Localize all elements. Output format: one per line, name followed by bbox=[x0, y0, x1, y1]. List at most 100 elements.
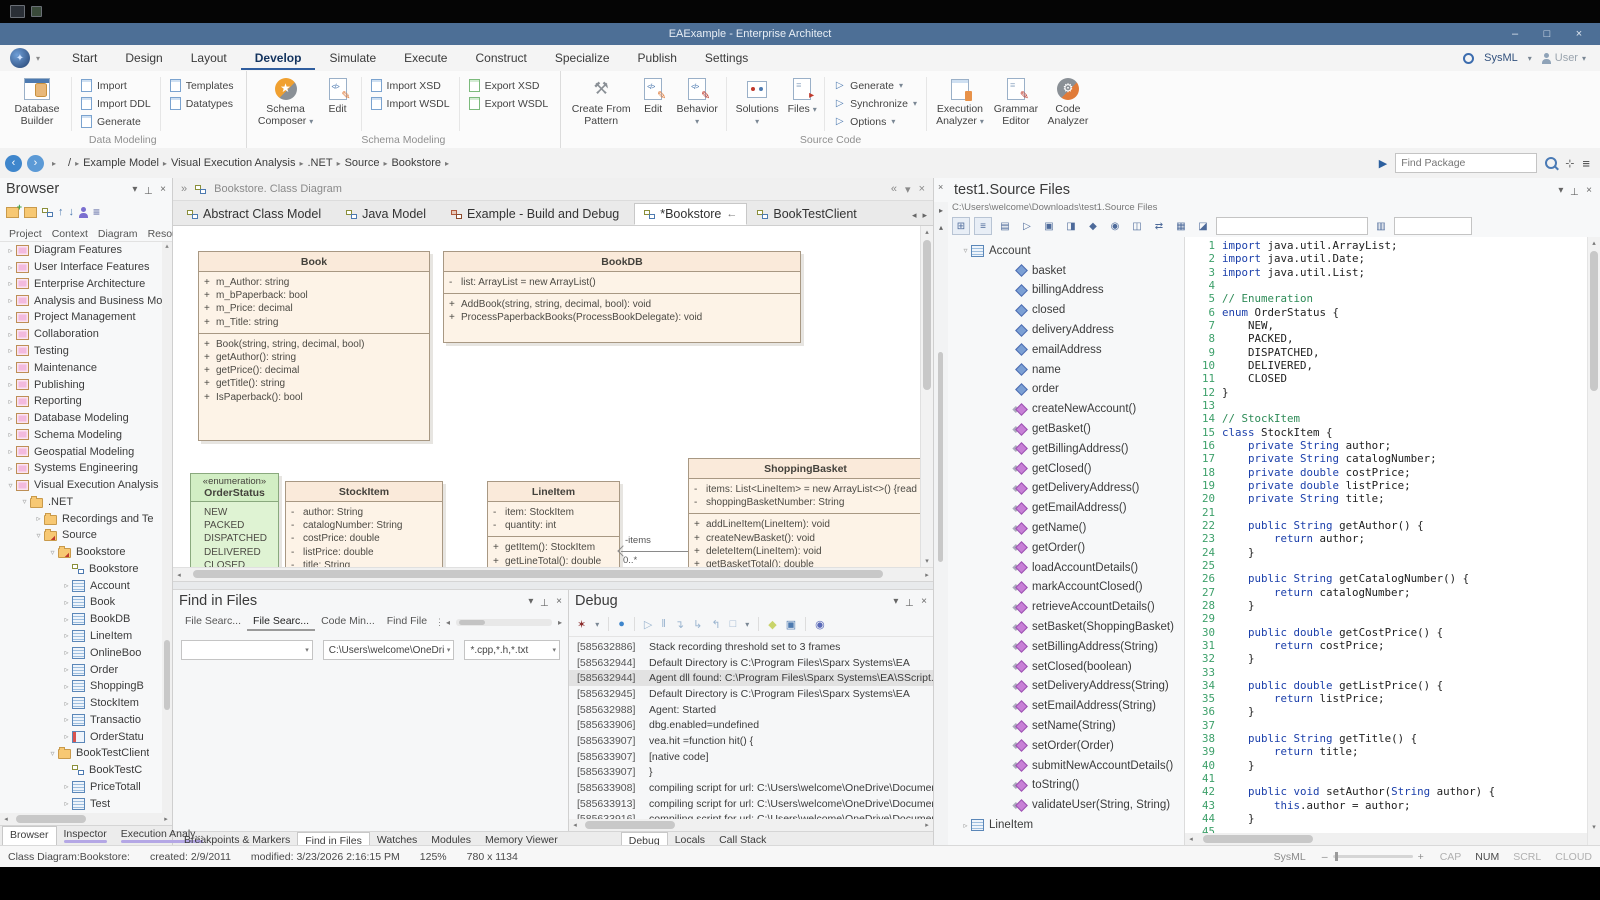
debug-dropdown-icon[interactable]: ▾ bbox=[893, 596, 898, 607]
strip-up-icon[interactable]: ▴ bbox=[939, 223, 943, 232]
tree-item[interactable]: basket bbox=[948, 261, 1184, 281]
expander-icon[interactable] bbox=[61, 782, 72, 791]
behavior-button[interactable]: Behavior ▾ bbox=[673, 74, 721, 134]
user-menu[interactable]: User ▾ bbox=[1542, 52, 1586, 64]
uml-attribute[interactable]: -author: String bbox=[291, 506, 437, 519]
browser-tab[interactable]: Project bbox=[4, 227, 47, 241]
tree-item[interactable]: setBillingAddress(String) bbox=[948, 637, 1184, 657]
tree-item[interactable]: Enterprise Architecture bbox=[0, 276, 172, 293]
code-line[interactable]: 4 bbox=[1185, 279, 1600, 292]
schema-composer-button[interactable]: ★ Schema Composer ▾ bbox=[255, 74, 317, 134]
tree-item[interactable]: BookTestClient bbox=[0, 745, 172, 762]
ribbon-tab[interactable]: Simulate bbox=[315, 47, 390, 70]
expander-icon[interactable] bbox=[5, 363, 16, 372]
ribbon-tab[interactable]: Publish bbox=[624, 47, 691, 70]
tree-item[interactable]: billingAddress bbox=[948, 281, 1184, 301]
fif-tab-overflow-icon[interactable]: ⋮ bbox=[435, 617, 444, 628]
code-line[interactable]: 14 // StockItem bbox=[1185, 412, 1600, 425]
enum-literal[interactable]: DELIVERED bbox=[196, 546, 273, 559]
debug-close-icon[interactable]: × bbox=[921, 596, 927, 607]
tree-item[interactable]: Schema Modeling bbox=[0, 426, 172, 443]
tree-item[interactable]: setName(String) bbox=[948, 716, 1184, 736]
expander-icon[interactable] bbox=[33, 514, 44, 523]
uml-attribute[interactable]: -list: ArrayList = new ArrayList() bbox=[449, 276, 795, 289]
ribbon-small-button[interactable]: Import bbox=[77, 77, 155, 94]
tree-item[interactable]: Bookstore bbox=[0, 544, 172, 561]
tree-item[interactable]: ShoppingB bbox=[0, 678, 172, 695]
app-menu-caret-icon[interactable]: ▾ bbox=[36, 54, 40, 63]
tree-item[interactable]: BookDB bbox=[0, 611, 172, 628]
files-button[interactable]: Files ▾ bbox=[785, 74, 819, 134]
diagram-tab[interactable]: *Bookstore ← bbox=[634, 203, 747, 225]
new-package-icon[interactable] bbox=[6, 207, 19, 218]
expander-icon[interactable] bbox=[5, 330, 16, 339]
run-to-package-icon[interactable]: ▶ bbox=[1379, 157, 1387, 170]
expander-icon[interactable] bbox=[47, 548, 58, 557]
ribbon-small-button[interactable]: Import WSDL bbox=[367, 95, 454, 112]
code-line[interactable]: 17 private String catalogNumber; bbox=[1185, 452, 1600, 465]
uml-method[interactable]: +getItem(): StockItem bbox=[493, 541, 614, 554]
expander-icon[interactable] bbox=[960, 246, 971, 255]
uml-method[interactable]: +deleteItem(LineItem): void bbox=[694, 545, 917, 558]
debugger-icon[interactable]: ✶ bbox=[577, 618, 586, 631]
tree-vertical-scrollbar[interactable]: ▴ bbox=[162, 242, 172, 813]
ribbon-tab[interactable]: Construct bbox=[461, 47, 540, 70]
tree-item[interactable]: Database Modeling bbox=[0, 410, 172, 427]
tree-item[interactable]: LineItem bbox=[948, 815, 1184, 835]
enum-literal[interactable]: NEW bbox=[196, 506, 273, 519]
expander-icon[interactable] bbox=[5, 313, 16, 322]
tree-item[interactable]: LineItem bbox=[0, 628, 172, 645]
record-icon[interactable]: ◉ bbox=[815, 618, 825, 631]
tree-item[interactable]: Analysis and Business Mod bbox=[0, 292, 172, 309]
code-line[interactable]: 5 // Enumeration bbox=[1185, 292, 1600, 305]
breadcrumb-item[interactable]: /▸ bbox=[64, 157, 79, 169]
find-package-input[interactable] bbox=[1395, 153, 1537, 173]
play-icon[interactable]: ▷ bbox=[644, 618, 652, 631]
toolbar-icon[interactable]: ▣ bbox=[1040, 217, 1058, 235]
tree-item[interactable]: emailAddress bbox=[948, 340, 1184, 360]
code-line[interactable]: 27 return catalogNumber; bbox=[1185, 586, 1600, 599]
fif-pin-icon[interactable]: ⊤ bbox=[540, 596, 549, 607]
expander-icon[interactable] bbox=[47, 749, 58, 758]
package-icon[interactable] bbox=[24, 207, 37, 218]
code-line[interactable]: 31 return costPrice; bbox=[1185, 639, 1600, 652]
fif-scroll-left-icon[interactable]: ◂ bbox=[446, 618, 450, 627]
enum-literal[interactable]: DISPATCHED bbox=[196, 532, 273, 545]
toolbar-icon[interactable]: ▦ bbox=[1172, 217, 1190, 235]
toolbar-icon[interactable]: ◫ bbox=[1128, 217, 1146, 235]
debug-log-row[interactable]: [585633907] vea.hit =function hit() { bbox=[569, 733, 933, 749]
uml-attribute[interactable]: -quantity: int bbox=[493, 519, 614, 532]
browser-tab[interactable]: Diagram bbox=[93, 227, 143, 241]
expander-icon[interactable] bbox=[61, 581, 72, 590]
move-up-icon[interactable]: ↑ bbox=[58, 206, 64, 218]
code-line[interactable]: 21 bbox=[1185, 506, 1600, 519]
source-dropdown-icon[interactable]: ▾ bbox=[1558, 185, 1563, 196]
tree-item[interactable]: getOrder() bbox=[948, 538, 1184, 558]
code-line[interactable]: 28 } bbox=[1185, 599, 1600, 612]
new-diagram-icon[interactable] bbox=[42, 208, 53, 217]
toolbar-icon[interactable]: ◨ bbox=[1062, 217, 1080, 235]
close-button[interactable]: × bbox=[1564, 25, 1594, 43]
fif-tab[interactable]: Find File bbox=[381, 613, 433, 631]
diagram-tab[interactable]: Java Model bbox=[336, 203, 441, 225]
step-out-icon[interactable]: ↰ bbox=[711, 618, 720, 631]
uml-method[interactable]: +getLineTotal(): double bbox=[493, 555, 614, 567]
source-filter-input[interactable] bbox=[1394, 217, 1472, 235]
strip-expand-icon[interactable]: ▸ bbox=[939, 206, 943, 215]
tree-item[interactable]: Account bbox=[948, 241, 1184, 261]
toolbar-icon[interactable]: ⇄ bbox=[1150, 217, 1168, 235]
tree-item[interactable]: order bbox=[948, 380, 1184, 400]
code-line[interactable]: 37 bbox=[1185, 719, 1600, 732]
code-line[interactable]: 35 return listPrice; bbox=[1185, 692, 1600, 705]
tree-item[interactable]: Project Management bbox=[0, 309, 172, 326]
enum-literal[interactable]: CLOSED bbox=[196, 559, 273, 567]
save-icon[interactable]: ▣ bbox=[786, 618, 796, 631]
uml-attribute[interactable]: -costPrice: double bbox=[291, 532, 437, 545]
tree-item[interactable]: setOrder(Order) bbox=[948, 736, 1184, 756]
code-line[interactable]: 6 enum OrderStatus { bbox=[1185, 306, 1600, 319]
search-path-combo[interactable]: C:\Users\welcome\OneDrive\I▾ bbox=[323, 640, 455, 660]
tree-item[interactable]: retrieveAccountDetails() bbox=[948, 597, 1184, 617]
expander-icon[interactable] bbox=[960, 821, 971, 830]
tree-item[interactable]: Geospatial Modeling bbox=[0, 443, 172, 460]
canvas-horizontal-scrollbar[interactable]: ◂ ▸ bbox=[173, 567, 933, 581]
